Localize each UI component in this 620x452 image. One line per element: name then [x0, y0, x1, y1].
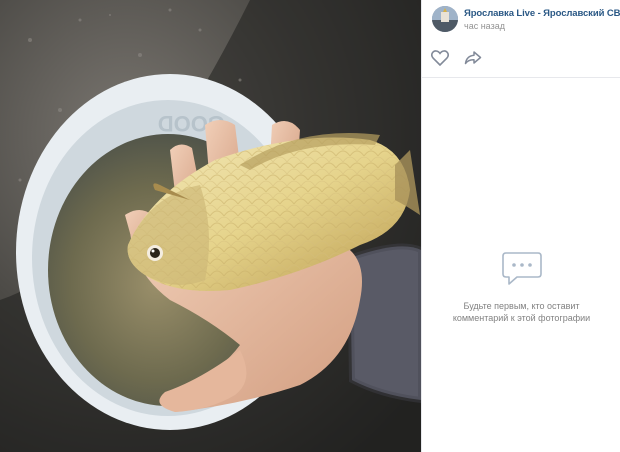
post-header: Ярославка Live - Ярославский СВАО час на…: [422, 0, 620, 40]
photo-image: GOOD: [0, 0, 421, 452]
empty-comments-placeholder: Будьте первым, кто оставит комментарий к…: [422, 250, 620, 324]
empty-comments-text: Будьте первым, кто оставит комментарий к…: [452, 301, 591, 323]
share-button[interactable]: [464, 50, 482, 66]
post-photo[interactable]: GOOD: [0, 0, 421, 452]
post-author-link[interactable]: Ярославка Live - Ярославский СВАО: [464, 8, 620, 19]
heart-outline-icon: [430, 50, 450, 67]
comment-bubble-icon: [501, 252, 542, 285]
share-arrow-icon: [464, 51, 482, 65]
post-side-panel: Ярославка Live - Ярославский СВАО час на…: [421, 0, 620, 452]
like-button[interactable]: [430, 50, 450, 67]
community-avatar[interactable]: [432, 6, 458, 32]
post-actions: [422, 40, 620, 78]
post-timestamp[interactable]: час назад: [464, 21, 505, 31]
